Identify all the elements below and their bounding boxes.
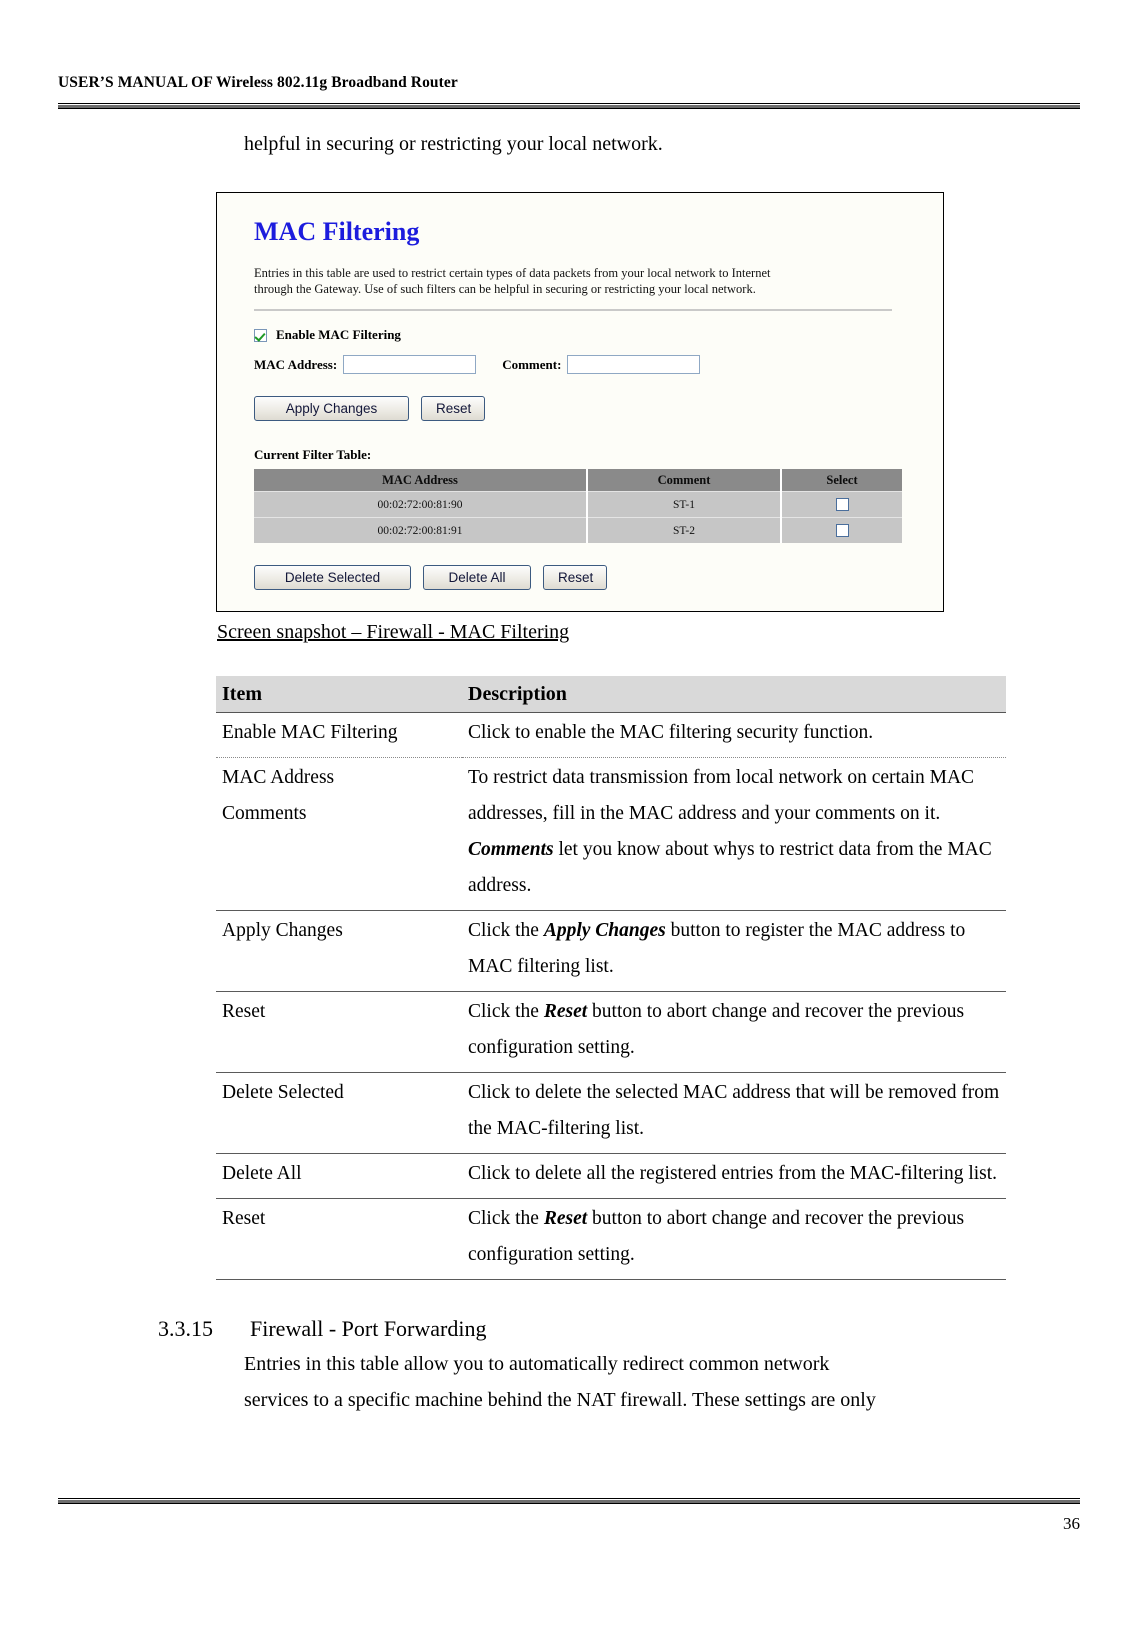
manual-title: USER’S MANUAL OF Wireless 802.11g Broadb… [58,74,458,91]
desc-description-cell: Click to delete the selected MAC address… [462,1072,1006,1154]
desc-item-cell: Delete All [216,1153,462,1199]
emphasis-text: Reset [543,1001,588,1022]
table-row: Reset Click the Reset button to abort ch… [216,991,1006,1073]
delete-selected-button[interactable]: Delete Selected [254,565,411,590]
body-text: Click the [468,1208,544,1229]
desc-description-cell: Click the Apply Changes button to regist… [462,910,1006,992]
body-text: Click to enable the MAC filtering securi… [468,722,874,743]
cell-mac-address: 00:02:72:00:81:91 [254,517,588,543]
comment-input[interactable] [567,355,701,374]
desc-description-cell: To restrict data transmission from local… [462,757,1006,911]
mac-address-input[interactable] [343,355,477,374]
intro-paragraph: helpful in securing or restricting your … [244,133,663,155]
cell-select[interactable] [781,517,902,543]
table-row: Delete All Click to delete all the regis… [216,1153,1006,1199]
footer-divider-rule [58,1498,1080,1504]
ui-description-line-1: Entries in this table are used to restri… [254,266,771,280]
desc-item-line-2: Comments [222,803,307,824]
cell-mac-address: 00:02:72:00:81:90 [254,491,588,518]
page-number: 36 [1063,1514,1080,1533]
column-header-mac-address: MAC Address [254,469,588,492]
column-header-select: Select [781,469,902,492]
header-divider-rule [58,103,1080,109]
desc-item-line-1: MAC Address [222,767,335,788]
enable-mac-filtering-checkbox[interactable] [254,328,267,342]
section-number: 3.3.15 [158,1316,213,1341]
table-row: Enable MAC Filtering Click to enable the… [216,712,1006,758]
cell-comment: ST-1 [587,491,782,518]
row-select-checkbox[interactable] [835,524,849,537]
table-row: Reset Click the Reset button to abort ch… [216,1198,1006,1280]
reset-button[interactable]: Reset [421,396,485,421]
table-button-row: Delete Selected Delete All Reset [254,565,915,590]
table-row: Apply Changes Click the Apply Changes bu… [216,910,1006,992]
mac-entry-row: MAC Address: Comment: [254,355,915,374]
section-body: Entries in this table allow you to autom… [244,1346,1012,1418]
desc-item-cell: Delete Selected [216,1072,462,1154]
desc-item-cell: Apply Changes [216,910,462,992]
ui-page-title: MAC Filtering [254,217,420,246]
item-description-table: Item Description Enable MAC Filtering Cl… [216,676,1006,1280]
body-text: Click the [468,920,544,941]
desc-header-row: Item Description [216,676,1006,713]
table-row: MAC Address Comments To restrict data tr… [216,757,1006,911]
page-content: helpful in securing or restricting your … [0,118,1138,1418]
body-text: To restrict data transmission from local… [468,767,975,824]
document-running-header: USER’S MANUAL OF Wireless 802.11g Broadb… [58,74,1080,92]
cell-select[interactable] [781,491,902,518]
body-text: Click the [468,1001,544,1022]
router-ui-screenshot: MAC Filtering Entries in this table are … [216,192,944,612]
desc-description-cell: Click the Reset button to abort change a… [462,1198,1006,1280]
figure-caption: Screen snapshot – Firewall - MAC Filteri… [217,621,570,643]
ui-horizontal-rule [254,309,892,311]
table-row: 00:02:72:00:81:91 ST-2 [254,517,902,543]
enable-mac-filtering-row[interactable]: Enable MAC Filtering [254,327,915,343]
current-filter-table-label: Current Filter Table: [254,447,372,462]
column-header-comment: Comment [587,469,782,492]
delete-all-button[interactable]: Delete All [423,565,531,590]
primary-button-row: Apply Changes Reset [254,396,915,421]
emphasis-text: Comments [468,839,554,860]
section-title: Firewall - Port Forwarding [250,1316,487,1341]
desc-item-cell: MAC Address Comments [216,757,462,911]
section-heading: 3.3.15 Firewall - Port Forwarding [158,1316,1138,1342]
table-row: Delete Selected Click to delete the sele… [216,1072,1006,1154]
desc-column-header-description: Description [462,676,1006,713]
cell-comment: ST-2 [587,517,782,543]
comment-label: Comment: [502,356,562,372]
desc-description-cell: Click to enable the MAC filtering securi… [462,712,1006,758]
desc-item-cell: Reset [216,991,462,1073]
desc-item-cell: Enable MAC Filtering [216,712,462,758]
reset-bottom-button[interactable]: Reset [543,565,607,590]
figure-caption-wrap: Screen snapshot – Firewall - MAC Filteri… [0,612,1138,644]
desc-column-header-item: Item [216,676,462,713]
mac-address-label: MAC Address: [254,356,338,372]
row-select-checkbox[interactable] [835,498,849,511]
filter-table-header-row: MAC Address Comment Select [254,469,902,492]
section-body-line-2: services to a specific machine behind th… [244,1389,876,1411]
apply-changes-button[interactable]: Apply Changes [254,396,409,421]
section-body-line-1: Entries in this table allow you to autom… [244,1353,830,1375]
emphasis-text: Apply Changes [543,920,666,941]
body-text: Click to delete the selected MAC address… [468,1082,1000,1139]
current-filter-table: MAC Address Comment Select 00:02:72:00:8… [254,469,902,543]
enable-mac-filtering-label: Enable MAC Filtering [276,327,401,342]
body-text: Click to delete all the registered entri… [468,1163,998,1184]
desc-item-cell: Reset [216,1198,462,1280]
table-row: 00:02:72:00:81:90 ST-1 [254,491,902,518]
desc-description-cell: Click to delete all the registered entri… [462,1153,1006,1199]
document-page: USER’S MANUAL OF Wireless 802.11g Broadb… [0,0,1138,1652]
ui-description: Entries in this table are used to restri… [254,265,894,297]
emphasis-text: Reset [543,1208,588,1229]
ui-description-line-2: through the Gateway. Use of such filters… [254,282,756,296]
desc-description-cell: Click the Reset button to abort change a… [462,991,1006,1073]
